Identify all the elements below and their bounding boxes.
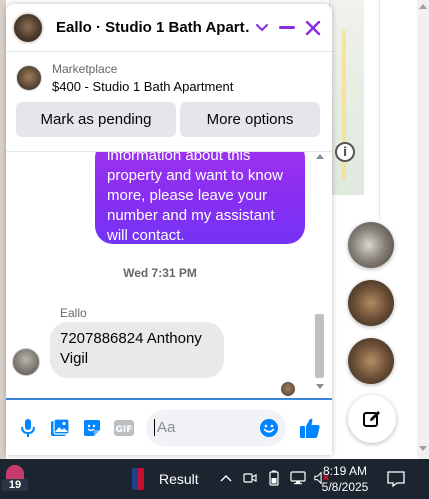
clock-date: 5/8/2025 — [321, 480, 369, 494]
system-tray — [218, 469, 330, 487]
chat-title[interactable]: Eallo · Studio 1 Bath Apart… — [56, 19, 249, 36]
message-input-wrapper[interactable] — [146, 409, 286, 446]
emoji-icon[interactable] — [258, 417, 280, 439]
message-timestamp: Wed 7:31 PM — [123, 266, 197, 280]
info-icon[interactable]: i — [335, 142, 355, 162]
seen-indicator-avatar — [281, 382, 295, 396]
outgoing-message: information about this property and want… — [95, 152, 305, 244]
message-composer: GIF — [6, 398, 332, 455]
chat-window: Eallo · Studio 1 Bath Apart… Marketplace… — [6, 4, 332, 455]
chat-head-avatar[interactable] — [348, 338, 394, 384]
clock-time: 8:19 AM — [322, 464, 368, 478]
sender-name: Eallo — [60, 306, 87, 320]
notification-icon[interactable] — [386, 469, 406, 489]
chevron-down-icon[interactable] — [249, 15, 275, 41]
incoming-message: 7207886824 Anthony Vigil — [50, 322, 224, 378]
chat-head-avatar[interactable] — [348, 280, 394, 326]
message-list[interactable]: information about this property and want… — [6, 152, 332, 398]
network-icon[interactable] — [290, 469, 306, 487]
thumbs-up-icon[interactable] — [294, 412, 326, 444]
sender-avatar[interactable] — [12, 348, 40, 376]
scroll-thumb[interactable] — [315, 314, 324, 378]
microphone-icon[interactable] — [12, 412, 44, 444]
marketplace-listing-card: Marketplace $400 - Studio 1 Bath Apartme… — [6, 52, 332, 152]
taskbar: 19 Result 8:19 AM 5/8/2025 — [0, 459, 429, 499]
close-icon[interactable] — [300, 15, 326, 41]
scroll-up-arrow[interactable] — [316, 154, 324, 159]
chevron-up-icon[interactable] — [218, 469, 234, 487]
chat-head-avatar[interactable] — [348, 222, 394, 268]
chat-header[interactable]: Eallo · Studio 1 Bath Apart… — [6, 4, 332, 52]
taskbar-clock[interactable]: 8:19 AM 5/8/2025 — [320, 463, 370, 495]
mark-as-pending-button[interactable]: Mark as pending — [16, 102, 176, 137]
news-widget-label[interactable]: Result — [159, 471, 199, 487]
background-map: i — [329, 0, 364, 195]
listing-thumbnail[interactable] — [16, 65, 42, 91]
outgoing-message-text: information about this property and want… — [107, 152, 283, 244]
message-input[interactable] — [154, 419, 258, 436]
svg-text:GIF: GIF — [116, 425, 133, 435]
scroll-up-arrow[interactable] — [419, 4, 427, 9]
scroll-down-arrow[interactable] — [419, 446, 427, 451]
message-scrollbar[interactable] — [314, 152, 326, 398]
avatar[interactable] — [12, 11, 44, 44]
more-options-button[interactable]: More options — [180, 102, 320, 137]
listing-kicker: Marketplace — [52, 62, 118, 76]
sticker-icon[interactable] — [76, 412, 108, 444]
scroll-down-arrow[interactable] — [316, 384, 324, 389]
taskbar-app-badge[interactable]: 19 — [2, 465, 28, 493]
battery-icon[interactable] — [266, 469, 282, 487]
divider — [379, 0, 380, 220]
gif-icon[interactable]: GIF — [108, 412, 140, 444]
listing-title[interactable]: $400 - Studio 1 Bath Apartment — [52, 79, 233, 94]
minimize-icon[interactable] — [275, 15, 301, 41]
badge-count: 19 — [2, 479, 28, 491]
meet-now-icon[interactable] — [242, 469, 258, 487]
photo-icon[interactable] — [44, 412, 76, 444]
page-scrollbar[interactable] — [417, 0, 429, 459]
nba-logo-icon[interactable] — [132, 468, 144, 490]
compose-new-message-icon[interactable] — [348, 395, 396, 443]
